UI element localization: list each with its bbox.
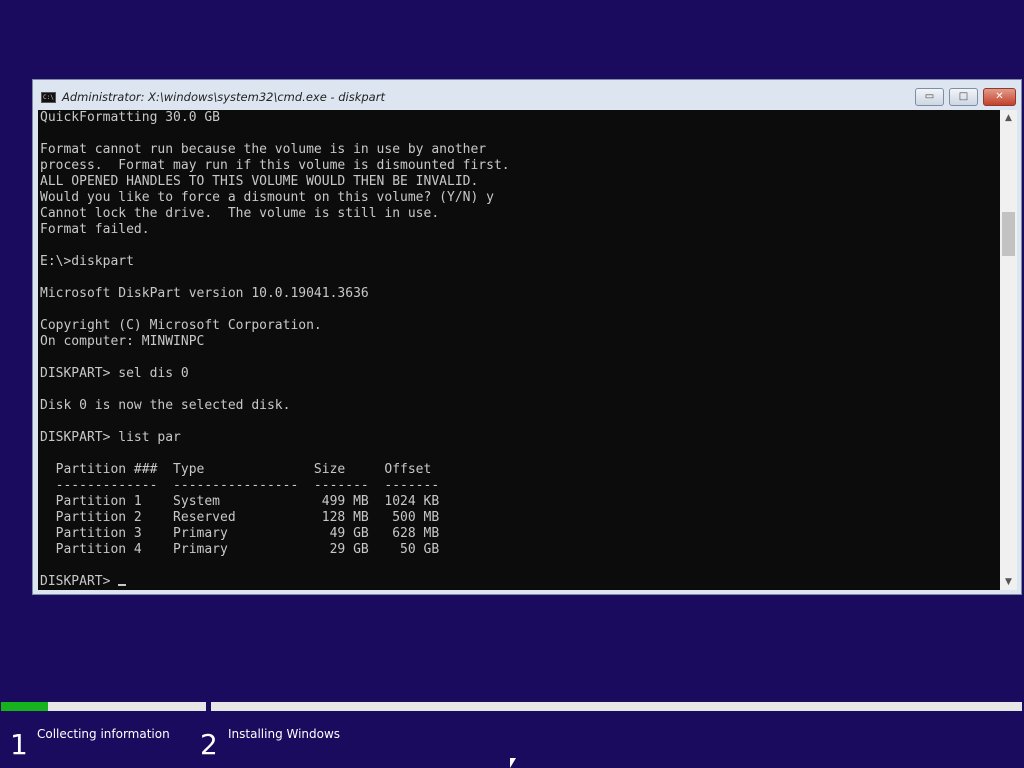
console-line: Partition 4 Primary 29 GB 50 GB <box>55 542 440 557</box>
console-lines: QuickFormatting 30.0 GB Format cannot ru… <box>40 110 510 557</box>
scroll-up-arrow-icon[interactable]: ▲ <box>1000 110 1017 126</box>
cmd-window: C:\ Administrator: X:\windows\system32\c… <box>32 79 1022 595</box>
console-prompt: DISKPART> <box>40 574 119 589</box>
console-line: Partition 2 Reserved 128 MB 500 MB <box>55 510 440 525</box>
minimize-icon: ▭ <box>924 91 935 102</box>
console-line: E:\>diskpart <box>40 254 134 269</box>
close-icon: ✕ <box>995 91 1004 102</box>
step-label-installing: Installing Windows <box>228 727 341 741</box>
console-line: ALL OPENED HANDLES TO THIS VOLUME WOULD … <box>40 174 479 189</box>
console-line: Would you like to force a dismount on th… <box>40 190 494 205</box>
scroll-down-arrow-icon[interactable]: ▼ <box>1000 574 1017 590</box>
minimize-button[interactable]: ▭ <box>915 88 944 106</box>
console-output[interactable]: QuickFormatting 30.0 GB Format cannot ru… <box>38 110 1000 590</box>
step-label-collecting: Collecting information <box>37 727 170 741</box>
title-bar[interactable]: C:\ Administrator: X:\windows\system32\c… <box>33 80 1021 110</box>
console-line: Disk 0 is now the selected disk. <box>40 398 291 413</box>
console-line: process. Format may run if this volume i… <box>40 158 510 173</box>
scroll-thumb[interactable] <box>1002 212 1015 256</box>
progress-segment-installing <box>211 702 1022 711</box>
progress-fill <box>1 702 48 711</box>
console-line: QuickFormatting 30.0 GB <box>40 110 221 125</box>
close-button[interactable]: ✕ <box>983 88 1016 106</box>
console-line: Partition 3 Primary 49 GB 628 MB <box>55 526 440 541</box>
setup-desktop: C:\ Administrator: X:\windows\system32\c… <box>0 0 1024 768</box>
window-title: Administrator: X:\windows\system32\cmd.e… <box>62 90 385 104</box>
console-line: Copyright (C) Microsoft Corporation. <box>40 318 322 333</box>
step-number-1: 1 <box>10 728 28 761</box>
text-cursor <box>118 584 127 586</box>
console-line: Cannot lock the drive. The volume is sti… <box>40 206 440 221</box>
console-line: DISKPART> list par <box>40 430 181 445</box>
maximize-button[interactable]: □ <box>949 88 978 106</box>
progress-segment-collecting <box>1 702 206 711</box>
console-line: ------------- ---------------- ------- -… <box>55 478 440 493</box>
console-line: Partition 1 System 499 MB 1024 KB <box>55 494 440 509</box>
mouse-pointer-icon <box>510 758 516 768</box>
cmd-icon: C:\ <box>41 92 56 103</box>
console-line: DISKPART> sel dis 0 <box>40 366 189 381</box>
console-line: Format failed. <box>40 222 150 237</box>
console-line: On computer: MINWINPC <box>40 334 205 349</box>
console-line: Microsoft DiskPart version 10.0.19041.36… <box>40 286 369 301</box>
console-line: Partition ### Type Size Offset <box>55 462 432 477</box>
console-line: Format cannot run because the volume is … <box>40 142 487 157</box>
vertical-scrollbar[interactable]: ▲ ▼ <box>1000 110 1017 590</box>
step-number-2: 2 <box>200 728 218 761</box>
console-text: QuickFormatting 30.0 GB Format cannot ru… <box>38 110 1000 590</box>
maximize-icon: □ <box>958 91 969 102</box>
setup-progress-bar <box>0 702 1024 712</box>
